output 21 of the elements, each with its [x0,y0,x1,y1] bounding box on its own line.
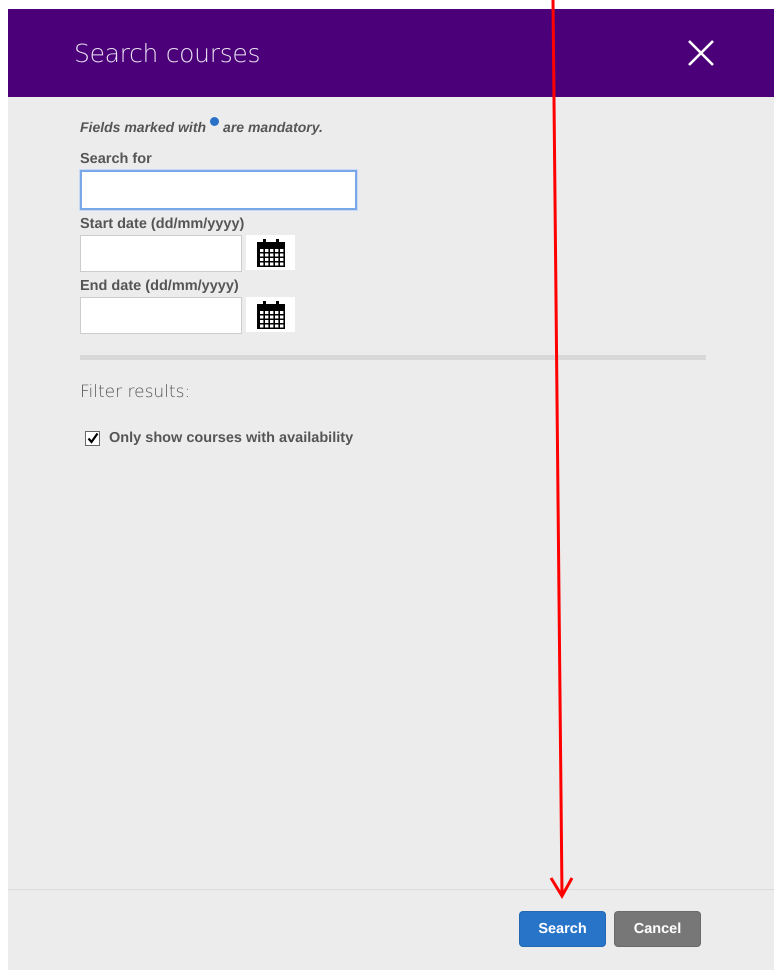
calendar-button[interactable] [246,297,295,332]
mandatory-note: Fields marked with [80,119,206,135]
calendar-button[interactable] [246,235,295,270]
calendar-icon [256,300,286,330]
filter-heading: Filter results: [80,382,190,402]
mandatory-note: are mandatory. [223,119,323,135]
date-field[interactable] [80,297,242,334]
field-label: Start date (dd/mm/yyyy) [80,216,246,232]
dialog-title: Search courses [74,38,260,68]
close-button[interactable] [688,40,714,66]
cancel-button[interactable]: Cancel [614,911,701,947]
close-icon [688,40,714,66]
date-field[interactable] [80,235,242,272]
checkbox-label: Only show courses with availability [109,430,354,446]
field-label: Search for [80,151,153,167]
search-button[interactable]: Search [519,911,606,947]
checkbox[interactable] [85,430,100,446]
calendar-icon [256,238,286,268]
field-label: End date (dd/mm/yyyy) [80,278,240,294]
search-field[interactable] [80,170,357,210]
mandatory-dot-icon [210,117,220,126]
